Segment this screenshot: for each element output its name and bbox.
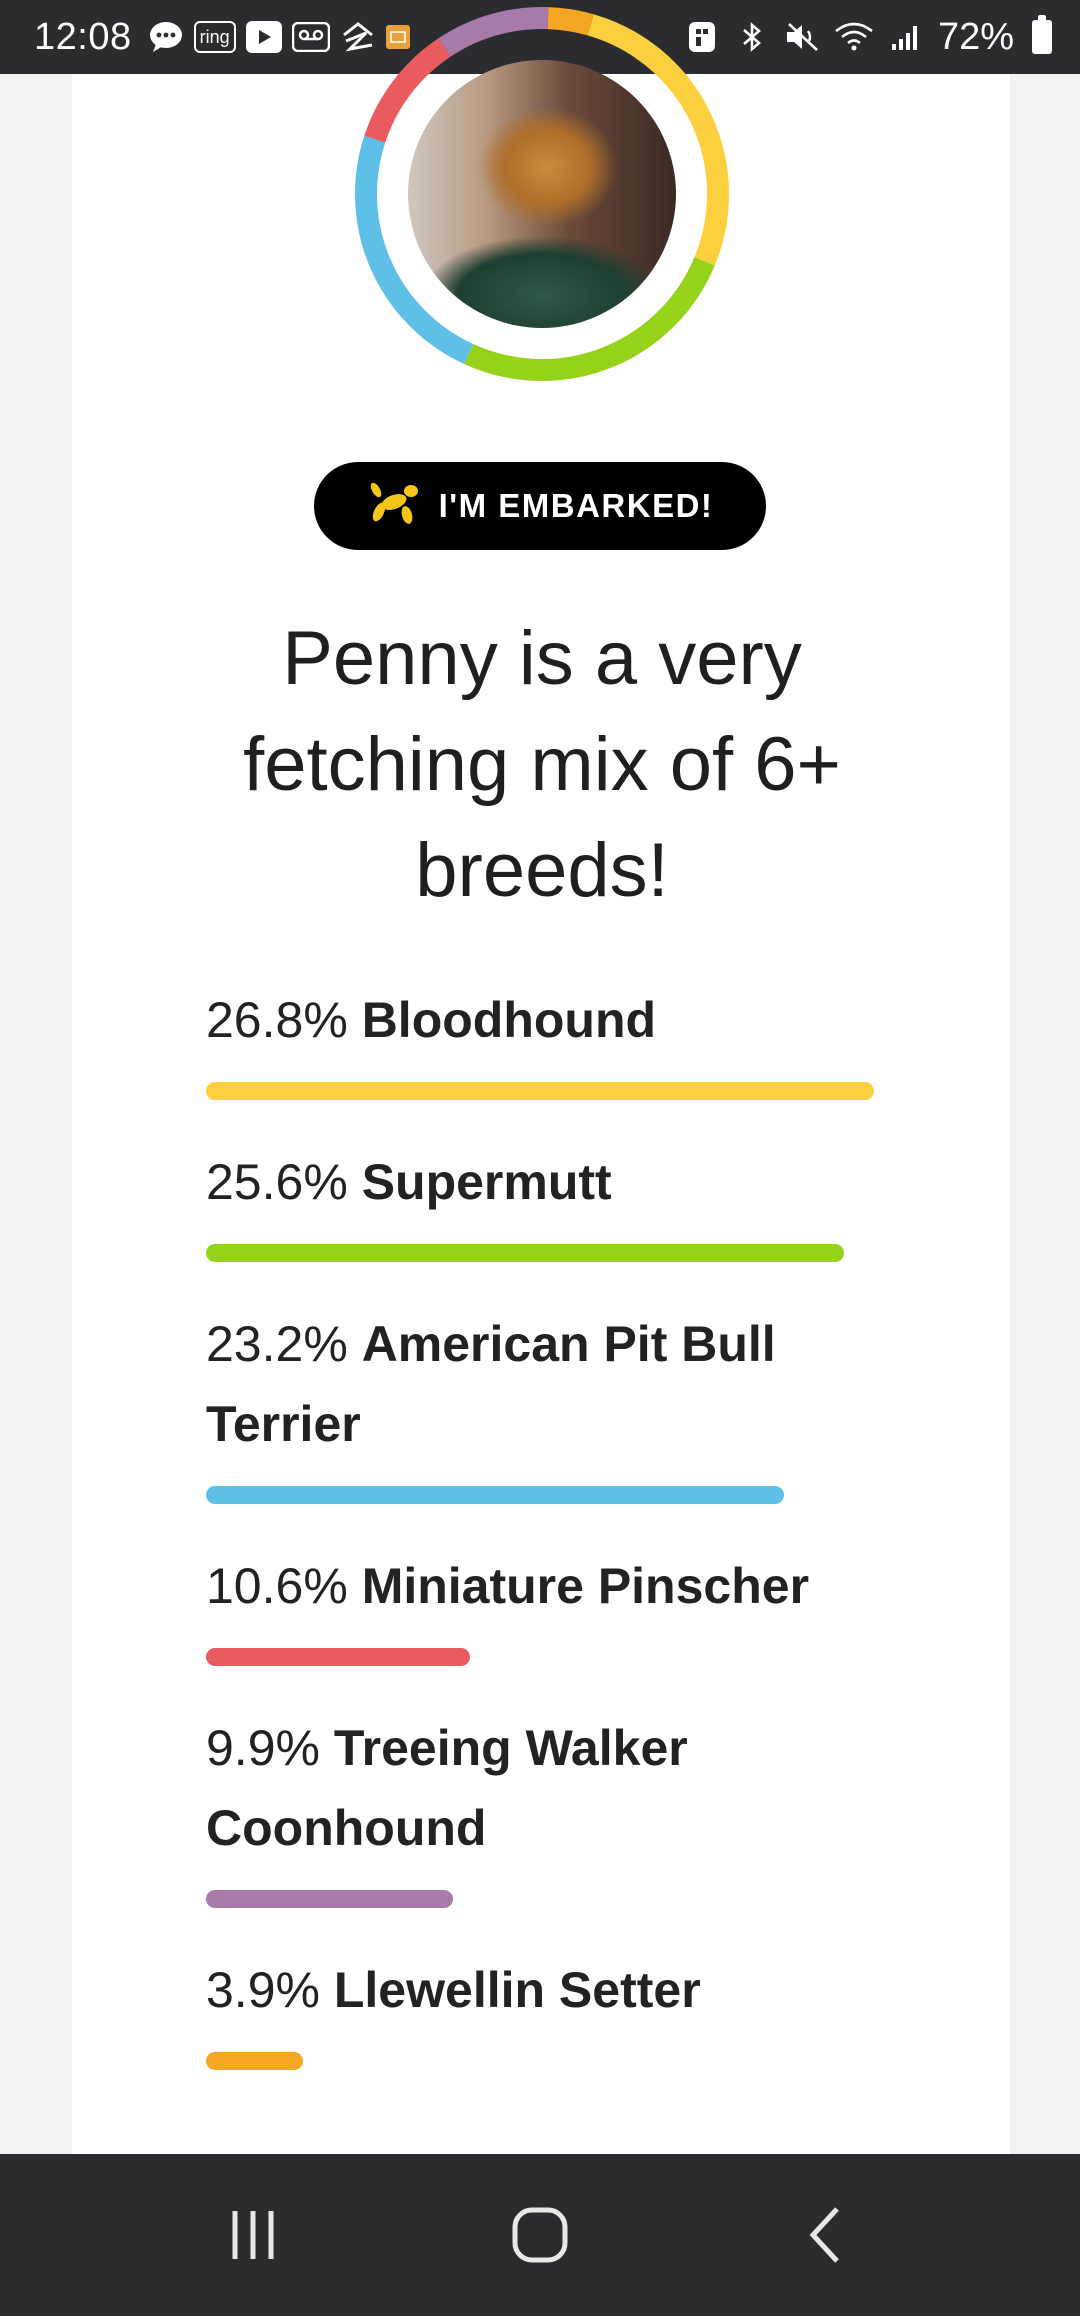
dog-photo bbox=[408, 60, 676, 328]
breed-row: 26.8% Bloodhound bbox=[206, 980, 906, 1100]
ancestry-card: I'M EMBARKED! Penny is a very fetching m… bbox=[72, 7, 1010, 2154]
recents-icon bbox=[232, 2211, 274, 2259]
breed-name: Llewellin Setter bbox=[333, 1962, 701, 2018]
breed-name: Supermutt bbox=[361, 1154, 612, 1210]
bluetooth-icon bbox=[734, 19, 770, 55]
youtube-icon bbox=[245, 21, 282, 53]
breed-name: Miniature Pinscher bbox=[361, 1558, 810, 1614]
breed-row: 3.9% Llewellin Setter bbox=[206, 1950, 906, 2070]
breed-percentage-bar bbox=[206, 1890, 453, 1908]
system-icons: 72% bbox=[684, 15, 1052, 59]
breed-ring-segment bbox=[547, 7, 594, 36]
home-icon bbox=[512, 2207, 568, 2263]
status-time: 12:08 bbox=[34, 15, 132, 58]
recents-button[interactable] bbox=[208, 2190, 298, 2280]
mute-icon bbox=[784, 19, 820, 55]
breed-label: 10.6% Miniature Pinscher bbox=[206, 1546, 906, 1626]
battery-percent: 72% bbox=[937, 15, 1014, 58]
breed-percent: 9.9% bbox=[206, 1720, 320, 1776]
ring-icon: ring bbox=[193, 21, 236, 53]
breed-label: 9.9% Treeing Walker Coonhound bbox=[206, 1708, 906, 1868]
breed-percent: 25.6% bbox=[206, 1154, 348, 1210]
dog-balloon-icon bbox=[367, 479, 421, 533]
breed-percentage-bar bbox=[206, 1486, 784, 1504]
breed-name: Bloodhound bbox=[361, 992, 657, 1048]
breed-mix-headline: Penny is a very fetching mix of 6+ breed… bbox=[243, 616, 841, 913]
breed-percentage-bar bbox=[206, 1244, 844, 1262]
dog-avatar bbox=[352, 4, 732, 384]
breed-percentage-bar bbox=[206, 1082, 874, 1100]
breed-row: 23.2% American Pit Bull Terrier bbox=[206, 1304, 906, 1504]
breed-percent: 10.6% bbox=[206, 1558, 348, 1614]
breed-row: 25.6% Supermutt bbox=[206, 1142, 906, 1262]
back-icon bbox=[809, 2207, 839, 2263]
breed-percentage-bar bbox=[206, 1648, 470, 1666]
system-nav-bar bbox=[0, 2154, 1080, 2316]
breed-label: 3.9% Llewellin Setter bbox=[206, 1950, 906, 2030]
signal-icon bbox=[888, 19, 924, 55]
breed-row: 9.9% Treeing Walker Coonhound bbox=[206, 1708, 906, 1908]
breed-ring-segment bbox=[438, 7, 549, 57]
embarked-label: I'M EMBARKED! bbox=[438, 487, 714, 524]
breed-row: 10.6% Miniature Pinscher bbox=[206, 1546, 906, 1666]
breed-label: 26.8% Bloodhound bbox=[206, 980, 906, 1060]
battery-icon bbox=[1032, 15, 1052, 54]
wifi-icon bbox=[834, 19, 874, 55]
breed-percent: 23.2% bbox=[206, 1316, 348, 1372]
home-button[interactable] bbox=[495, 2190, 585, 2280]
voicemail-icon bbox=[291, 19, 330, 55]
breed-label: 23.2% American Pit Bull Terrier bbox=[206, 1304, 906, 1464]
embarked-badge: I'M EMBARKED! bbox=[314, 462, 766, 550]
breed-percent: 26.8% bbox=[206, 992, 348, 1048]
back-button[interactable] bbox=[782, 2190, 872, 2280]
breed-percent: 3.9% bbox=[206, 1962, 320, 2018]
breed-percentage-bar bbox=[206, 2052, 303, 2070]
chat-icon bbox=[148, 19, 184, 55]
breed-label: 25.6% Supermutt bbox=[206, 1142, 906, 1222]
